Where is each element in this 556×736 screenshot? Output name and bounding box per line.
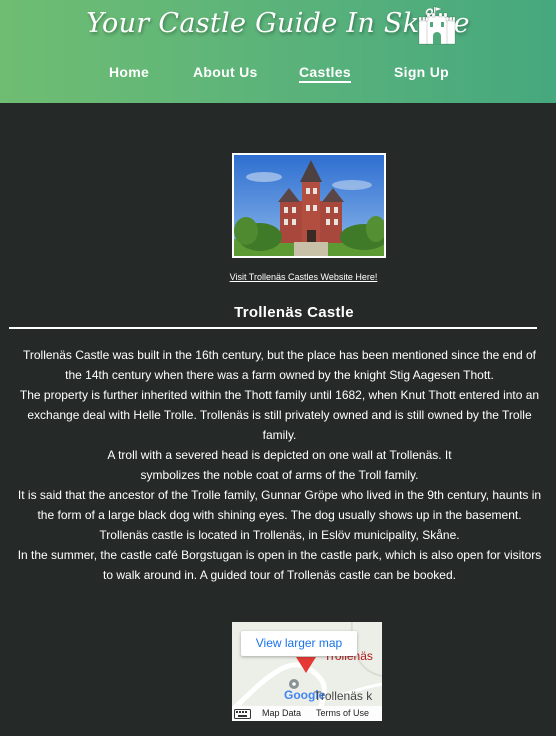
map-data-link[interactable]: Map Data <box>262 708 301 718</box>
main-nav: Home About Us Castles Sign Up <box>0 64 556 86</box>
nav-home[interactable]: Home <box>109 64 149 80</box>
keyboard-icon[interactable] <box>234 709 251 719</box>
castle-photo-image <box>234 155 384 256</box>
description-paragraph: Trollenäs castle is located in Trollenäs… <box>99 528 460 542</box>
description-paragraph: The property is further inherited within… <box>19 388 540 442</box>
nav-castles[interactable]: Castles <box>299 64 351 83</box>
description-paragraph: A troll with a severed head is depicted … <box>107 448 452 482</box>
site-title: Your Castle Guide In Skåne <box>86 8 470 39</box>
description-paragraph: In the summer, the castle café Borgstuga… <box>17 548 542 582</box>
castle-title: Trollenäs Castle <box>234 304 354 321</box>
view-larger-map-button[interactable]: View larger map <box>241 631 357 656</box>
map-place-label-secondary: Trollenäs k <box>314 689 373 703</box>
site-header: Your Castle Guide In Skåne Home About Us… <box>0 0 556 103</box>
map-marker-icon <box>296 657 316 673</box>
castle-photo <box>232 153 386 258</box>
castle-icon <box>418 6 456 45</box>
description-paragraph: Trollenäs Castle was built in the 16th c… <box>23 348 536 382</box>
website-link-row: Visit Trollenäs Castles Website Here! <box>0 267 556 285</box>
embedded-map[interactable]: Trollenäs Google Trollenäs k View larger… <box>232 622 382 721</box>
terms-of-use-link[interactable]: Terms of Use <box>316 708 369 718</box>
nav-sign-up[interactable]: Sign Up <box>394 64 449 80</box>
title-divider <box>9 327 537 329</box>
map-footer: Map Data Terms of Use <box>232 706 382 721</box>
description-paragraph: It is said that the ancestor of the Trol… <box>17 488 542 522</box>
nav-about-us[interactable]: About Us <box>193 64 258 80</box>
castle-description: Trollenäs Castle was built in the 16th c… <box>16 345 543 585</box>
castle-website-link[interactable]: Visit Trollenäs Castles Website Here! <box>230 272 378 282</box>
